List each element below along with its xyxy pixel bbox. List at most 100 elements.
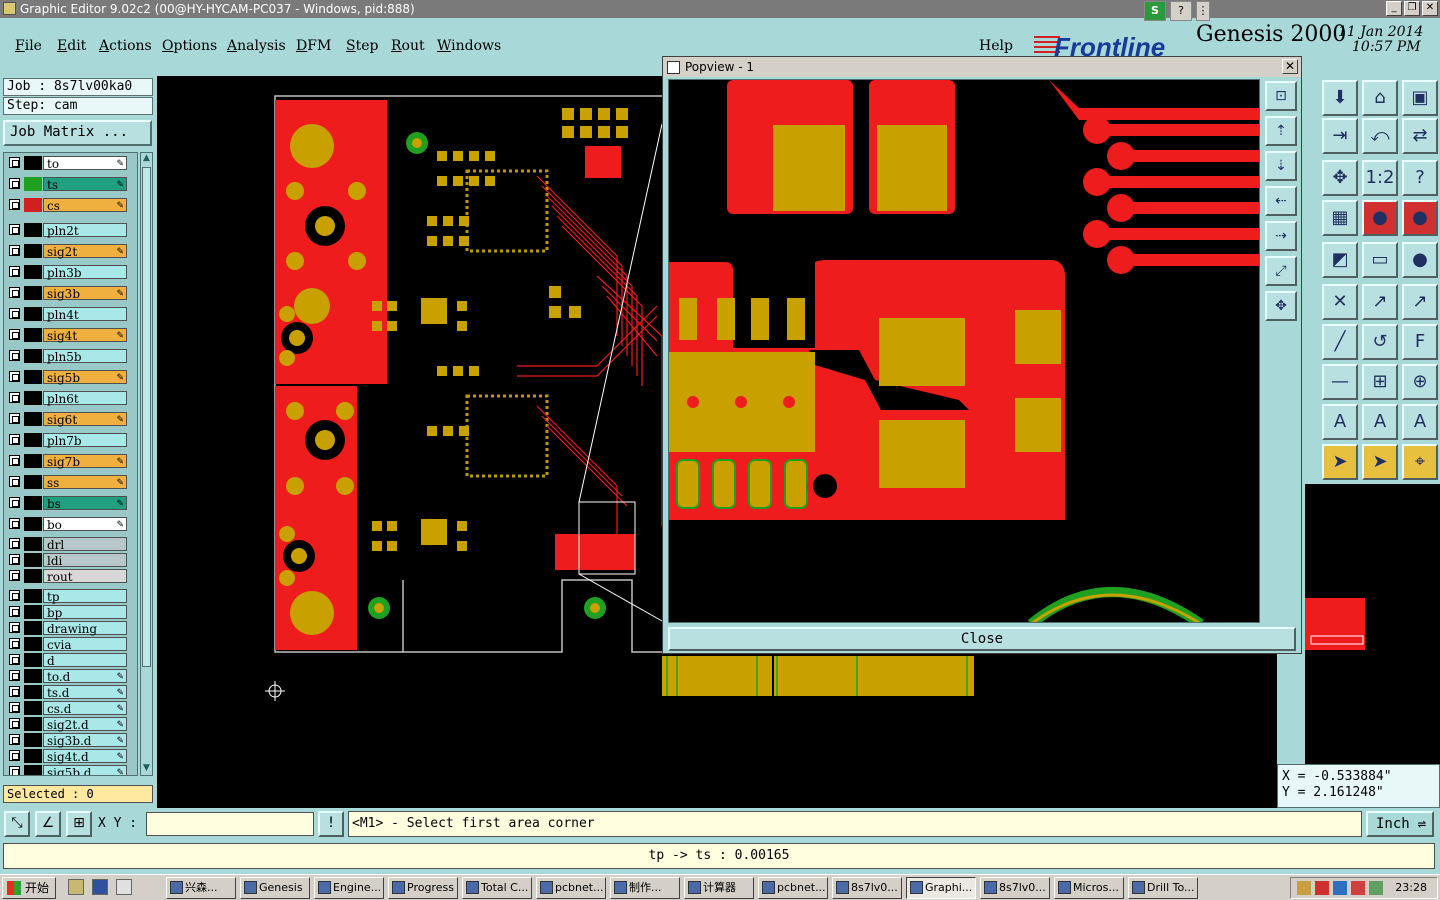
popview-window[interactable]: Popview - 1 ✕ ⊡ ⇡ ⇣ ⇠ ⇢ ⤢ ✥ Close	[662, 56, 1302, 654]
popview-fit-icon[interactable]: ⤢	[1265, 256, 1297, 286]
popview-titlebar[interactable]: Popview - 1 ✕	[663, 57, 1301, 77]
cursor-sel-icon[interactable]: ➤	[1362, 444, 1398, 480]
layer-color-swatch[interactable]	[24, 717, 42, 731]
layer-color-swatch[interactable]	[24, 621, 42, 635]
popview-zoom-view[interactable]	[668, 79, 1260, 623]
layer-name[interactable]: to.d ✎	[43, 669, 127, 684]
layer-name[interactable]: to ✎	[43, 156, 127, 171]
window-icon[interactable]: ▣	[1402, 80, 1438, 116]
layer-visibility-checkbox[interactable]	[9, 654, 20, 665]
taskbar-item[interactable]: Total C...	[462, 877, 532, 899]
taskbar-item[interactable]: Progress	[388, 877, 458, 899]
layer-color-swatch[interactable]	[24, 156, 42, 170]
layer-list-scrollbar[interactable]: ▲ ▼	[140, 152, 153, 776]
layer-visibility-checkbox[interactable]	[9, 157, 20, 168]
layer-color-swatch[interactable]	[24, 454, 42, 468]
layer-name[interactable]: d	[43, 653, 127, 668]
layer-color-swatch[interactable]	[24, 307, 42, 321]
layer-visibility-checkbox[interactable]	[9, 538, 20, 549]
layer-color-swatch[interactable]	[24, 733, 42, 747]
layer-name[interactable]: ss ✎	[43, 475, 127, 490]
layer-name[interactable]: pln4t	[43, 307, 127, 322]
triangle-c-icon[interactable]: A	[1402, 404, 1438, 440]
layer-color-swatch[interactable]	[24, 569, 42, 583]
layer-name[interactable]: sig4t.d ✎	[43, 749, 127, 764]
quicklaunch-globe-icon[interactable]	[92, 879, 108, 895]
scale-icon[interactable]: 1:2	[1362, 160, 1398, 196]
tray-monitor-icon[interactable]	[1369, 881, 1383, 895]
start-button[interactable]: 开始	[2, 877, 56, 899]
layer-visibility-checkbox[interactable]	[9, 606, 20, 617]
layer-color-swatch[interactable]	[24, 223, 42, 237]
layer-name[interactable]: pln5b	[43, 349, 127, 364]
layer-color-swatch[interactable]	[24, 433, 42, 447]
layer-visibility-checkbox[interactable]	[9, 750, 20, 761]
taskbar-item[interactable]: 兴森...	[166, 877, 236, 899]
taskbar-item[interactable]: pcbnet...	[536, 877, 606, 899]
popview-close-icon[interactable]: ✕	[1282, 59, 1298, 74]
menu-step[interactable]: Step	[346, 38, 378, 54]
layer-name[interactable]: drawing	[43, 621, 127, 636]
layer-color-swatch[interactable]	[24, 349, 42, 363]
layer-name[interactable]: cs ✎	[43, 198, 127, 213]
layer-visibility-checkbox[interactable]	[9, 199, 20, 210]
chevron-down-icon[interactable]: ⋮	[1196, 1, 1210, 21]
layer-name[interactable]: pln7b	[43, 433, 127, 448]
menu-options[interactable]: Options	[162, 38, 217, 54]
layer-visibility-checkbox[interactable]	[9, 287, 20, 298]
layer-visibility-checkbox[interactable]	[9, 718, 20, 729]
zoom-area-icon[interactable]: ⤡	[4, 811, 30, 837]
dim-icon[interactable]: ⊞	[1362, 364, 1398, 400]
layer-color-swatch[interactable]	[24, 412, 42, 426]
job-matrix-button[interactable]: Job Matrix ...	[3, 120, 152, 146]
cross-icon[interactable]: ✕	[1322, 284, 1358, 320]
layer-visibility-checkbox[interactable]	[9, 702, 20, 713]
pads-red2-icon[interactable]: ●	[1402, 200, 1438, 236]
mirror-icon[interactable]: ⇄	[1402, 118, 1438, 154]
layer-visibility-checkbox[interactable]	[9, 686, 20, 697]
triangle-b-icon[interactable]: A	[1362, 404, 1398, 440]
layer-visibility-checkbox[interactable]	[9, 734, 20, 745]
taskbar-item[interactable]: Micros...	[1054, 877, 1124, 899]
layer-color-swatch[interactable]	[24, 265, 42, 279]
grid-icon[interactable]: ⊞	[66, 811, 92, 837]
minimap[interactable]	[1305, 484, 1440, 764]
menu-analysis[interactable]: Analysis	[227, 38, 286, 54]
measure-icon[interactable]: ∠	[35, 811, 61, 837]
popview-pcb-detail[interactable]	[669, 80, 1260, 623]
layer-name[interactable]: cs.d ✎	[43, 701, 127, 716]
layer-color-swatch[interactable]	[24, 370, 42, 384]
layer-name[interactable]: sig3b.d ✎	[43, 733, 127, 748]
taskbar-item[interactable]: Genesis	[240, 877, 310, 899]
layer-name[interactable]: tp	[43, 589, 127, 604]
menu-windows[interactable]: Windows	[437, 38, 501, 54]
scroll-up-icon[interactable]: ▲	[141, 153, 152, 165]
layer-color-swatch[interactable]	[24, 391, 42, 405]
layer-visibility-checkbox[interactable]	[9, 455, 20, 466]
layer-name[interactable]: sig7b ✎	[43, 454, 127, 469]
tray-refresh-icon[interactable]	[1351, 881, 1365, 895]
close-window-button[interactable]: ✕	[1422, 1, 1438, 16]
layer-visibility-checkbox[interactable]	[9, 350, 20, 361]
help-icon[interactable]: ?	[1170, 1, 1192, 21]
popview-up-icon[interactable]: ⇡	[1265, 116, 1297, 146]
link2-icon[interactable]: ↗	[1402, 284, 1438, 320]
minimap-view[interactable]	[1305, 484, 1440, 764]
layer-name[interactable]: pln3b	[43, 265, 127, 280]
taskbar-item[interactable]: Drill To...	[1128, 877, 1198, 899]
menu-rout[interactable]: Rout	[391, 38, 425, 54]
layer-name[interactable]: drl	[43, 537, 127, 552]
taskbar-item[interactable]: 8s7lv0...	[832, 877, 902, 899]
tray-tool-icon[interactable]	[1297, 881, 1311, 895]
quicklaunch-desktop-icon[interactable]	[116, 879, 132, 895]
layer-color-swatch[interactable]	[24, 605, 42, 619]
layer-color-swatch[interactable]	[24, 685, 42, 699]
pads-red-icon[interactable]: ●	[1362, 200, 1398, 236]
layer-visibility-checkbox[interactable]	[9, 766, 20, 775]
layer-color-swatch[interactable]	[24, 637, 42, 651]
menu-dfm[interactable]: DFM	[296, 38, 331, 54]
home-icon[interactable]: ⌂	[1362, 80, 1398, 116]
line-icon[interactable]: ╱	[1322, 324, 1358, 360]
menu-actions[interactable]: Actions	[99, 38, 152, 54]
layer-name[interactable]: bo ✎	[43, 517, 127, 532]
